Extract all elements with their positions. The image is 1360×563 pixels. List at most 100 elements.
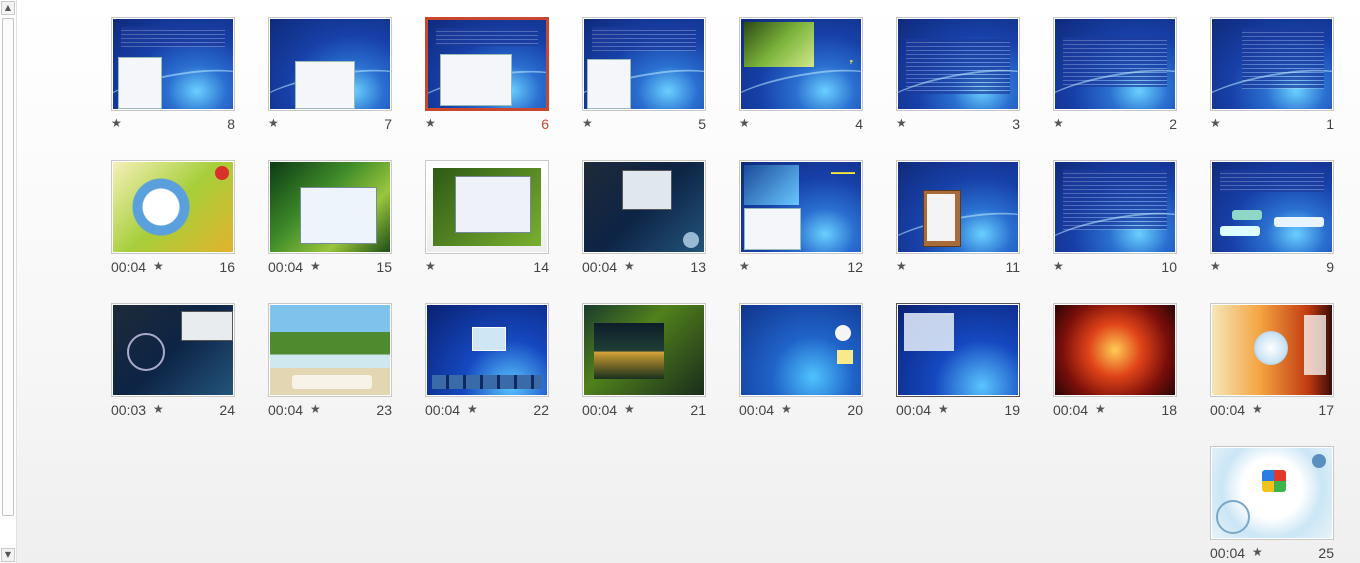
- slide-preview-image: [1055, 305, 1175, 395]
- slide-preview-image: [1212, 19, 1332, 109]
- scrollbar-thumb[interactable]: [2, 18, 14, 516]
- slide-thumbnail-18[interactable]: 00:04 ★ 18: [1053, 303, 1177, 420]
- slide-preview-image: [270, 305, 390, 395]
- slide-preview-image: [428, 20, 546, 108]
- animation-star-icon: ★: [1210, 259, 1221, 273]
- slide-preview-image: [741, 305, 861, 395]
- slide-thumbnail-4[interactable]: ۴ ★ 4: [739, 17, 863, 134]
- slide-thumbnail-21[interactable]: 00:04 ★ 21: [582, 303, 706, 420]
- slide-number: 8: [227, 116, 235, 132]
- slide-thumbnail-11[interactable]: ★ 11: [896, 160, 1020, 277]
- slide-thumbnail-9[interactable]: ★ 9: [1210, 160, 1334, 277]
- scroll-up-arrow-icon[interactable]: ▲: [1, 1, 15, 15]
- slide-timing: 00:04: [1053, 402, 1089, 418]
- slide-thumbnail-5[interactable]: ★ 5: [582, 17, 706, 134]
- slide-thumbnail-16[interactable]: 00:04 ★ 16: [111, 160, 235, 277]
- slide-preview-image: [270, 19, 390, 109]
- slide-timing: 00:04: [111, 259, 147, 275]
- slide-number: 17: [1318, 402, 1334, 418]
- animation-star-icon: ★: [896, 116, 907, 130]
- animation-star-icon: ★: [781, 402, 792, 416]
- slide-number: 11: [1005, 259, 1020, 275]
- animation-star-icon: ★: [153, 259, 164, 273]
- slide-number: 10: [1161, 259, 1177, 275]
- slide-number: 21: [690, 402, 706, 418]
- slide-preview-image: [898, 305, 1018, 395]
- slide-thumbnail-23[interactable]: 00:04 ★ 23: [268, 303, 392, 420]
- slide-preview-image: ▬▬▬▬: [741, 162, 861, 252]
- slide-preview-image: [1055, 19, 1175, 109]
- slide-preview-image: [270, 162, 390, 252]
- slide-thumbnail-13[interactable]: 00:04 ★ 13: [582, 160, 706, 277]
- slide-number: 6: [541, 116, 549, 132]
- animation-star-icon: ★: [153, 402, 164, 416]
- slide-thumbnail-1[interactable]: ★ 1: [1210, 17, 1334, 134]
- slide-thumbnail-24[interactable]: 00:03 ★ 24: [111, 303, 235, 420]
- slide-number: 24: [219, 402, 235, 418]
- animation-star-icon: ★: [1053, 259, 1064, 273]
- slide-timing: 00:04: [425, 402, 461, 418]
- slide-number: 19: [1004, 402, 1020, 418]
- animation-star-icon: ★: [1252, 545, 1263, 559]
- animation-star-icon: ★: [1053, 116, 1064, 130]
- vertical-scrollbar[interactable]: ▲ ▼: [0, 0, 17, 563]
- slide-preview-image: [584, 162, 704, 252]
- slide-thumbnail-25[interactable]: 00:04 ★ 25: [1210, 446, 1334, 563]
- slide-thumbnail-20[interactable]: 00:04 ★ 20: [739, 303, 863, 420]
- animation-star-icon: ★: [425, 259, 436, 273]
- animation-star-icon: ★: [268, 116, 279, 130]
- animation-star-icon: ★: [1210, 116, 1221, 130]
- slide-number: 12: [847, 259, 863, 275]
- animation-star-icon: ★: [1252, 402, 1263, 416]
- slide-number: 18: [1161, 402, 1177, 418]
- slide-preview-image: [113, 162, 233, 252]
- slide-thumbnail-12[interactable]: ▬▬▬▬ ★ 12: [739, 160, 863, 277]
- slide-timing: 00:04: [1210, 402, 1246, 418]
- slide-thumbnail-2[interactable]: ★ 2: [1053, 17, 1177, 134]
- slide-number: 15: [376, 259, 392, 275]
- slide-thumbnail-15[interactable]: 00:04 ★ 15: [268, 160, 392, 277]
- slide-preview-image: [898, 19, 1018, 109]
- scroll-down-arrow-icon[interactable]: ▼: [1, 548, 15, 562]
- slide-thumbnail-22[interactable]: 00:04 ★ 22: [425, 303, 549, 420]
- slide-number: 1: [1326, 116, 1334, 132]
- animation-star-icon: ★: [896, 259, 907, 273]
- slide-preview-image: [113, 305, 233, 395]
- slide-timing: 00:04: [582, 402, 618, 418]
- slide-number: 20: [847, 402, 863, 418]
- slide-preview-image: [584, 19, 704, 109]
- slide-thumbnail-7[interactable]: ★ 7: [268, 17, 392, 134]
- slide-preview-image: [1212, 162, 1332, 252]
- animation-star-icon: ★: [624, 259, 635, 273]
- slide-timing: 00:03: [111, 402, 147, 418]
- slide-thumbnail-6[interactable]: ★ 6: [425, 17, 549, 134]
- slide-timing: 00:04: [582, 259, 618, 275]
- animation-star-icon: ★: [739, 116, 750, 130]
- slide-number: 14: [533, 259, 549, 275]
- animation-star-icon: ★: [310, 259, 321, 273]
- slide-thumbnail-19[interactable]: 00:04 ★ 19: [896, 303, 1020, 420]
- slide-timing: 00:04: [896, 402, 932, 418]
- animation-star-icon: ★: [425, 116, 436, 130]
- slide-thumbnail-3[interactable]: ★ 3: [896, 17, 1020, 134]
- slide-number: 3: [1012, 116, 1020, 132]
- slide-preview-image: [427, 305, 547, 395]
- slide-preview-image: [584, 305, 704, 395]
- slide-thumbnail-8[interactable]: ★ 8: [111, 17, 235, 134]
- animation-star-icon: ★: [739, 259, 750, 273]
- animation-star-icon: ★: [111, 116, 122, 130]
- slide-number: 16: [219, 259, 235, 275]
- animation-star-icon: ★: [624, 402, 635, 416]
- slide-thumbnail-14[interactable]: ★ 14: [425, 160, 549, 277]
- slide-thumbnail-10[interactable]: ★ 10: [1053, 160, 1177, 277]
- slide-number: 23: [376, 402, 392, 418]
- slide-preview-image: [898, 162, 1018, 252]
- slide-number: 7: [384, 116, 392, 132]
- slide-thumbnail-17[interactable]: 00:04 ★ 17: [1210, 303, 1334, 420]
- animation-star-icon: ★: [1095, 402, 1106, 416]
- slide-number: 22: [533, 402, 549, 418]
- slide-preview-image: [1055, 162, 1175, 252]
- slide-preview-image: [1212, 305, 1332, 395]
- slide-number: 13: [690, 259, 706, 275]
- slide-number: 9: [1326, 259, 1334, 275]
